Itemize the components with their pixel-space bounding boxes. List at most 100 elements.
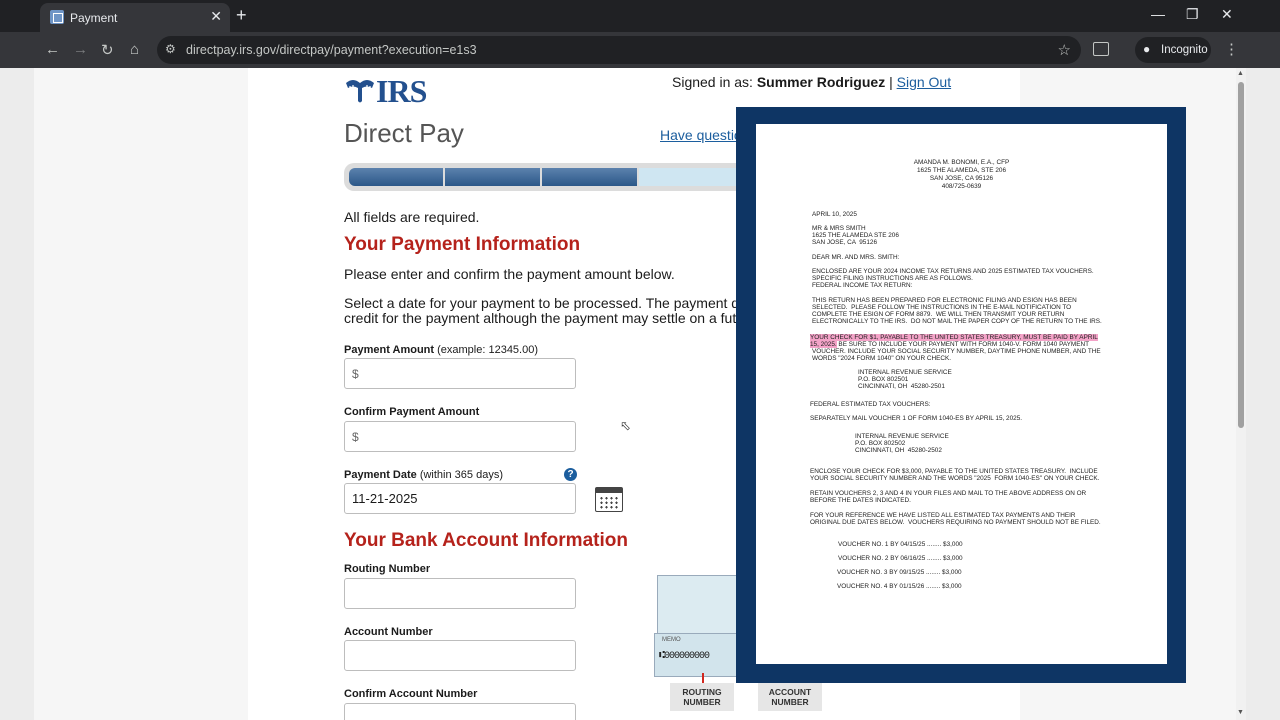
payment-date-label: Payment Date (within 365 days) xyxy=(344,469,503,481)
letter-para6-2: ORIGINAL DUE DATES BELOW. VOUCHERS REQUI… xyxy=(810,519,1101,526)
routing-caption-line-1: ROUTING xyxy=(682,687,722,697)
confirm-account-label: Confirm Account Number xyxy=(344,688,478,700)
dollar-prefix: $ xyxy=(352,430,359,444)
letter-estimated-heading: FEDERAL ESTIMATED TAX VOUCHERS: xyxy=(810,401,931,408)
reload-icon[interactable]: ↻ xyxy=(101,41,114,59)
scroll-up-icon[interactable]: ▲ xyxy=(1237,70,1244,77)
letter-para4-2: YOUR SOCIAL SECURITY NUMBER AND THE WORD… xyxy=(810,475,1100,482)
letter-header-4: 408/725-0639 xyxy=(941,183,982,190)
forward-icon[interactable]: → xyxy=(73,41,88,58)
tab-title: Payment xyxy=(70,11,118,25)
letter-header-2: 1625 THE ALAMEDA, STE 206 xyxy=(916,167,1007,174)
check-back xyxy=(657,575,747,637)
browser-toolbar: ← → ↻ ⌂ ⚙ directpay.irs.gov/directpay/pa… xyxy=(0,32,1280,68)
home-icon[interactable]: ⌂ xyxy=(130,41,139,58)
letter-para3-3: WORDS "2024 FORM 1040" ON YOUR CHECK. xyxy=(812,355,952,362)
separator: | xyxy=(889,74,893,90)
page-scrollbar[interactable]: ▲ ▼ xyxy=(1236,68,1246,720)
letter-highlight-2: 15, 2025. xyxy=(810,341,837,348)
irs-logo[interactable]: IRS xyxy=(344,73,428,109)
menu-icon[interactable]: ⋮ xyxy=(1224,40,1239,58)
side-panel-icon[interactable] xyxy=(1093,42,1109,56)
letter-voucher-3: VOUCHER NO. 3 BY 09/15/25 ........ $3,00… xyxy=(837,569,962,576)
left-gutter xyxy=(34,68,248,720)
bank-info-heading: Your Bank Account Information xyxy=(344,530,628,551)
date-note-line-1: Select a date for your payment to be pro… xyxy=(344,295,815,311)
letter-voucher-2: VOUCHER NO. 2 BY 06/16/25 ........ $3,00… xyxy=(838,555,963,562)
eagle-icon xyxy=(346,80,374,103)
url-text[interactable]: directpay.irs.gov/directpay/payment?exec… xyxy=(186,43,477,57)
payment-amount-hint: (example: 12345.00) xyxy=(437,344,539,356)
signed-in-bar: Signed in as: Summer Rodriguez | Sign Ou… xyxy=(672,74,951,90)
scroll-down-icon[interactable]: ▼ xyxy=(1237,709,1244,716)
payment-date-input[interactable]: 11-21-2025 xyxy=(344,483,576,514)
calendar-icon[interactable] xyxy=(595,487,623,512)
progress-step-1 xyxy=(349,168,443,186)
sign-out-link[interactable]: Sign Out xyxy=(897,74,951,90)
dollar-prefix: $ xyxy=(352,367,359,381)
payment-date-label-text: Payment Date xyxy=(344,469,417,481)
date-note-line-2: credit for the payment although the paym… xyxy=(344,310,792,326)
signed-in-prefix: Signed in as: xyxy=(672,74,753,90)
letter-header-1: AMANDA M. BONOMI, E.A., CFP xyxy=(913,159,1010,166)
routing-number-label: Routing Number xyxy=(344,563,431,575)
document-overlay: AMANDA M. BONOMI, E.A., CFP 1625 THE ALA… xyxy=(736,107,1186,683)
progress-step-3 xyxy=(542,168,637,186)
letter-voucher-1: VOUCHER NO. 1 BY 04/15/25 ........ $3,00… xyxy=(838,541,963,548)
tab-strip: Payment ✕ + — ❐ ✕ xyxy=(0,0,1280,32)
payment-date-value: 11-21-2025 xyxy=(352,491,418,506)
letter-recipient-3: SAN JOSE, CA 95126 xyxy=(812,239,878,246)
date-note: Select a date for your payment to be pro… xyxy=(344,295,815,326)
tab-payment[interactable]: Payment ✕ xyxy=(40,3,230,32)
account-number-input[interactable] xyxy=(344,640,576,671)
sample-check-image: MEMO ⑆000000000 xyxy=(654,575,747,687)
confirm-account-input[interactable] xyxy=(344,703,576,720)
progress-step-2 xyxy=(445,168,540,186)
minimize-icon[interactable]: — xyxy=(1151,6,1165,22)
payment-info-heading: Your Payment Information xyxy=(344,234,581,255)
letter-voucher-4: VOUCHER NO. 4 BY 01/15/26 ........ $3,00… xyxy=(837,583,962,590)
routing-number-input[interactable] xyxy=(344,578,576,609)
payment-amount-input[interactable]: $ xyxy=(344,358,576,389)
irs-logo-text: IRS xyxy=(376,73,427,109)
check-front: MEMO ⑆000000000 xyxy=(654,633,744,677)
address-bar[interactable]: ⚙ directpay.irs.gov/directpay/payment?ex… xyxy=(157,36,1081,64)
account-number-label: Account Number xyxy=(344,626,433,638)
site-info-icon[interactable]: ⚙ xyxy=(165,42,176,56)
account-caption-line-1: ACCOUNT xyxy=(768,687,812,697)
payment-date-hint: (within 365 days) xyxy=(419,469,503,481)
check-micr: ⑆000000000 xyxy=(659,651,710,662)
account-caption-line-2: NUMBER xyxy=(771,697,809,707)
letter-address1-3: CINCINNATI, OH 45280-2501 xyxy=(858,383,945,390)
incognito-label: Incognito xyxy=(1161,44,1208,56)
letter-address2-3: CINCINNATI, OH 45280-2502 xyxy=(855,447,942,454)
letter-header-3: SAN JOSE, CA 95126 xyxy=(929,175,994,182)
required-note: All fields are required. xyxy=(344,209,480,225)
incognito-icon: ● xyxy=(1143,42,1151,56)
letter-date: APRIL 10, 2025 xyxy=(812,211,857,218)
page-title: Direct Pay xyxy=(344,118,464,148)
help-icon[interactable]: ? xyxy=(564,468,577,481)
user-name: Summer Rodriguez xyxy=(756,74,886,90)
star-icon[interactable]: ☆ xyxy=(1058,41,1071,59)
irs-favicon-icon xyxy=(50,10,64,24)
back-icon[interactable]: ← xyxy=(45,41,60,58)
tax-preparer-letter: AMANDA M. BONOMI, E.A., CFP 1625 THE ALA… xyxy=(756,124,1167,664)
check-memo: MEMO xyxy=(662,637,681,643)
routing-caption: ROUTING NUMBER xyxy=(670,683,734,711)
letter-para5-2: BEFORE THE DATES INDICATED. xyxy=(810,497,911,504)
letter-estimated-line: SEPARATELY MAIL VOUCHER 1 OF FORM 1040-E… xyxy=(810,415,1023,422)
window-close-icon[interactable]: ✕ xyxy=(1221,6,1233,23)
maximize-icon[interactable]: ❐ xyxy=(1186,6,1199,23)
mouse-cursor-icon: ⬁ xyxy=(620,418,631,433)
payment-amount-label: Payment Amount (example: 12345.00) xyxy=(344,344,538,356)
letter-salutation: DEAR MR. AND MRS. SMITH: xyxy=(812,254,900,261)
confirm-amount-label: Confirm Payment Amount xyxy=(344,406,480,418)
tab-close-icon[interactable]: ✕ xyxy=(210,8,222,25)
letter-para2-4: ELECTRONICALLY TO THE IRS. DO NOT MAIL T… xyxy=(812,318,1102,325)
new-tab-button[interactable]: + xyxy=(236,5,247,26)
confirm-amount-input[interactable]: $ xyxy=(344,421,576,452)
scroll-thumb[interactable] xyxy=(1238,82,1244,428)
incognito-indicator[interactable]: ● Incognito xyxy=(1135,37,1211,63)
progress-bar xyxy=(344,163,764,191)
